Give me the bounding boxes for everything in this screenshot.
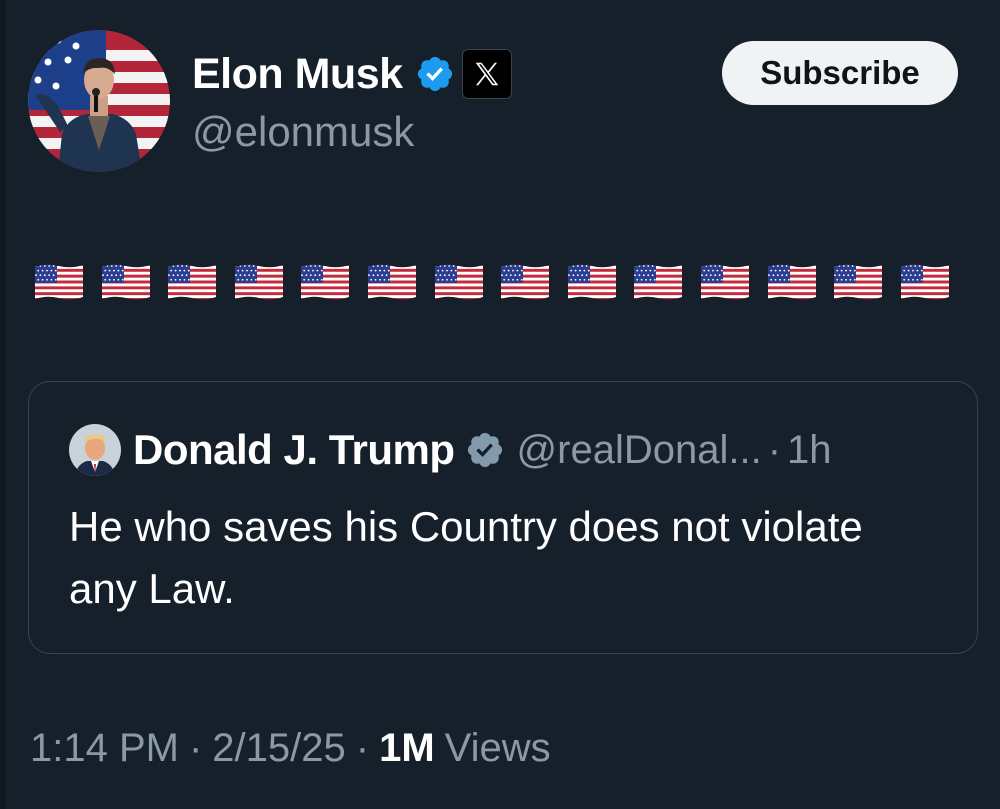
author-handle[interactable]: @elonmusk xyxy=(192,108,414,156)
quoted-author-avatar[interactable] xyxy=(69,424,121,476)
us-flag-icon xyxy=(33,263,85,301)
us-flag-icon xyxy=(566,263,618,301)
left-edge-divider xyxy=(0,0,6,809)
us-flag-icon xyxy=(233,263,285,301)
author-display-name[interactable]: Elon Musk xyxy=(192,50,403,99)
us-flag-icon xyxy=(100,263,152,301)
us-flag-icon xyxy=(499,263,551,301)
views-count: 1M xyxy=(379,726,435,770)
us-flag-icon xyxy=(166,263,218,301)
quoted-post-header: Donald J. Trump @realDonal... · 1h xyxy=(69,424,832,476)
us-flag-icon xyxy=(366,263,418,301)
post-text-flags xyxy=(33,263,965,301)
verified-badge-gray-icon[interactable] xyxy=(465,430,505,470)
quoted-post-card[interactable]: Donald J. Trump @realDonal... · 1h He wh… xyxy=(28,381,978,654)
us-flag-icon xyxy=(899,263,951,301)
quoted-timestamp[interactable]: 1h xyxy=(787,428,832,473)
meta-separator: · xyxy=(188,726,203,770)
quoted-author-display-name[interactable]: Donald J. Trump xyxy=(133,426,455,474)
quoted-post-text: He who saves his Country does not violat… xyxy=(69,503,863,612)
post-time[interactable]: 1:14 PM xyxy=(30,726,179,771)
meta-separator: · xyxy=(355,726,370,770)
us-flag-icon xyxy=(632,263,684,301)
views-label: Views xyxy=(444,726,551,770)
us-flag-icon xyxy=(832,263,884,301)
quoted-author-handle[interactable]: @realDonal... xyxy=(517,428,762,473)
us-flag-icon xyxy=(699,263,751,301)
post-date[interactable]: 2/15/25 xyxy=(212,726,345,771)
subscribe-button[interactable]: Subscribe xyxy=(722,41,958,105)
quoted-separator: · xyxy=(767,427,782,472)
verified-badge-icon[interactable] xyxy=(415,54,455,94)
us-flag-icon xyxy=(299,263,351,301)
x-logo-icon[interactable] xyxy=(461,49,512,99)
us-flag-icon xyxy=(766,263,818,301)
post-meta: 1:14 PM · 2/15/25 · 1M Views xyxy=(30,726,551,771)
author-avatar[interactable] xyxy=(28,30,170,172)
author-name-row: Elon Musk xyxy=(192,44,512,104)
us-flag-icon xyxy=(433,263,485,301)
post-view: Elon Musk @elonmusk Subscribe Donald J. … xyxy=(0,0,1000,809)
